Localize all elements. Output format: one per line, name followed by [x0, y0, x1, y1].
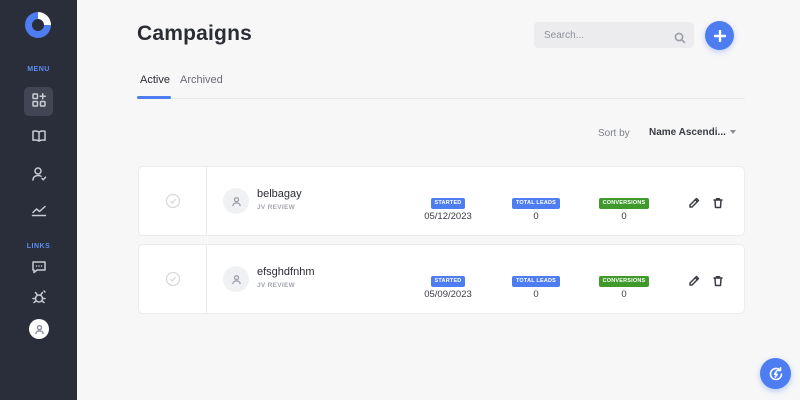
refresh-bolt-icon [768, 366, 784, 382]
sidebar-item-chat[interactable] [24, 254, 53, 283]
campaign-row[interactable]: efsghdfnhm JV REVIEW STARTED 05/09/2023 … [138, 244, 745, 314]
tab-active[interactable]: Active [140, 74, 170, 86]
plus-icon [713, 29, 726, 42]
row-checkbox[interactable] [139, 245, 207, 313]
stat-total-leads: TOTAL LEADS 0 [495, 267, 577, 300]
campaign-name[interactable]: belbagay [257, 188, 302, 200]
sidebar-item-dashboard[interactable] [24, 87, 53, 116]
conversions-badge: CONVERSIONS [598, 198, 650, 209]
stat-total-leads: TOTAL LEADS 0 [495, 189, 577, 222]
pencil-icon [688, 194, 700, 213]
edit-button[interactable] [688, 194, 702, 208]
stat-conversions: CONVERSIONS 0 [583, 267, 665, 300]
pencil-icon [688, 272, 700, 291]
user-icon [231, 274, 242, 285]
total-leads-value: 0 [533, 289, 539, 300]
tab-archived[interactable]: Archived [180, 74, 223, 86]
trash-icon [712, 272, 724, 291]
campaign-row[interactable]: belbagay JV REVIEW STARTED 05/12/2023 TO… [138, 166, 745, 236]
started-badge: STARTED [430, 198, 466, 209]
links-section-label: LINKS [26, 243, 51, 250]
started-date: 05/09/2023 [424, 289, 472, 300]
started-date: 05/12/2023 [424, 211, 472, 222]
total-leads-badge: TOTAL LEADS [511, 198, 561, 209]
check-circle-icon [165, 271, 181, 287]
stat-started: STARTED 05/09/2023 [407, 267, 489, 300]
campaign-name[interactable]: efsghdfnhm [257, 266, 314, 278]
campaign-subtitle: JV REVIEW [257, 282, 296, 289]
total-leads-value: 0 [533, 211, 539, 222]
stat-conversions: CONVERSIONS 0 [583, 189, 665, 222]
row-checkbox[interactable] [139, 167, 207, 235]
search-box [534, 22, 694, 48]
search-input[interactable] [534, 22, 664, 48]
conversions-badge: CONVERSIONS [598, 276, 650, 287]
user-icon [231, 196, 242, 207]
delete-button[interactable] [712, 272, 726, 287]
menu-section-label: MENU [27, 66, 50, 73]
sidebar-item-users[interactable] [24, 161, 53, 190]
chat-icon [31, 259, 47, 279]
active-tab-indicator [137, 96, 171, 99]
conversions-value: 0 [621, 289, 627, 300]
chart-line-icon [31, 202, 47, 222]
sort-value: Name Ascendi... [649, 127, 726, 138]
sort-dropdown[interactable]: Name Ascendi... [649, 127, 736, 138]
book-icon [31, 128, 47, 148]
stat-started: STARTED 05/12/2023 [407, 189, 489, 222]
sidebar-item-book[interactable] [24, 123, 53, 152]
started-badge: STARTED [430, 276, 466, 287]
sidebar-item-analytics[interactable] [24, 197, 53, 226]
help-fab-button[interactable] [760, 358, 791, 389]
campaign-avatar [223, 188, 249, 214]
campaign-avatar [223, 266, 249, 292]
check-circle-icon [165, 193, 181, 209]
sort-label: Sort by [598, 128, 630, 139]
tab-divider [137, 98, 745, 99]
conversions-value: 0 [621, 211, 627, 222]
avatar[interactable] [29, 319, 49, 339]
delete-button[interactable] [712, 194, 726, 209]
search-icon[interactable] [674, 29, 686, 44]
trash-icon [712, 194, 724, 213]
user-icon [31, 166, 47, 186]
bug-icon [31, 289, 47, 309]
edit-button[interactable] [688, 272, 702, 286]
total-leads-badge: TOTAL LEADS [511, 276, 561, 287]
sidebar: MENU LINKS [0, 0, 77, 400]
chevron-down-icon [729, 130, 736, 135]
page-title: Campaigns [137, 22, 252, 45]
sidebar-item-bug[interactable] [24, 284, 53, 313]
logo-icon[interactable] [22, 9, 54, 41]
campaign-subtitle: JV REVIEW [257, 204, 296, 211]
add-campaign-button[interactable] [705, 21, 734, 50]
dashboard-icon [31, 92, 47, 112]
